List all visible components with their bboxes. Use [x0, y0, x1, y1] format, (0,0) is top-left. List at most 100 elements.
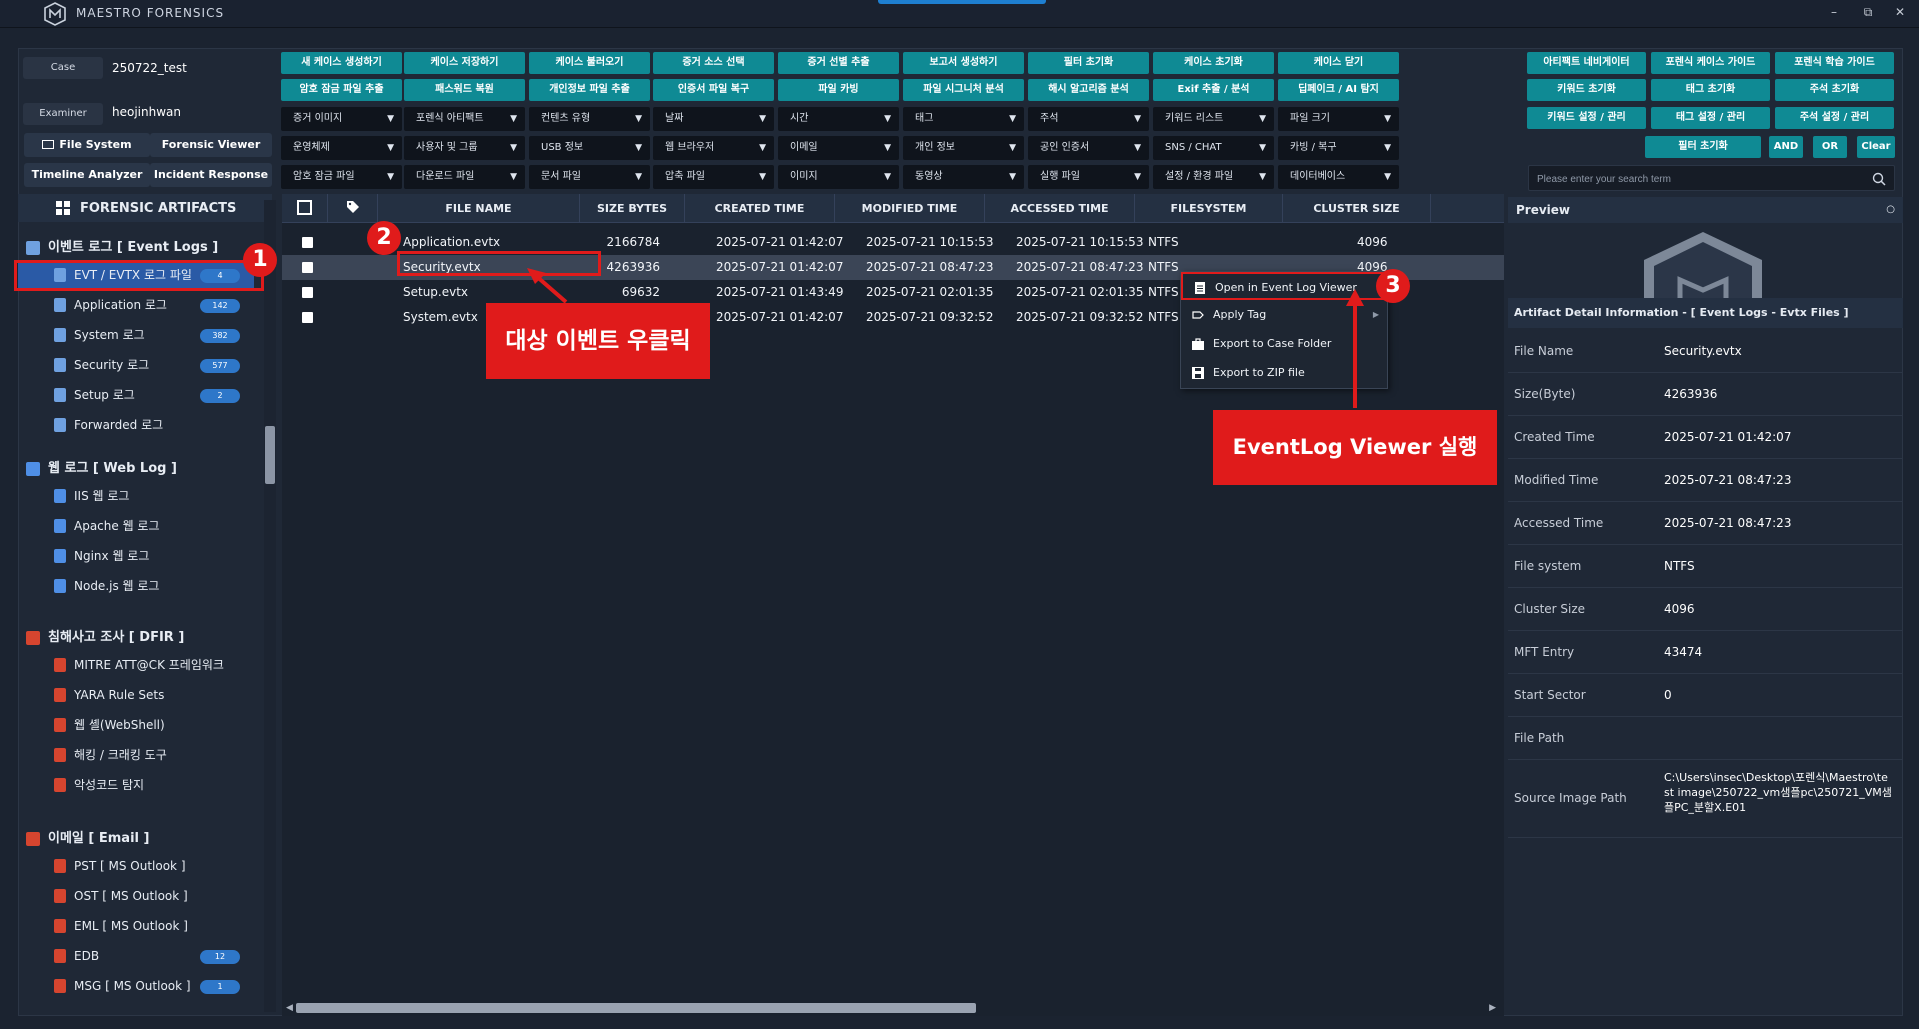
tree-category-1[interactable]: 이벤트 로그 [ Event Logs ] — [26, 237, 218, 259]
toolbar-button-1-3[interactable]: 케이스 불러오기 — [529, 52, 650, 74]
toolbar-button-2-6[interactable]: 파일 시그니처 분석 — [903, 79, 1024, 101]
filter-dropdown-2-9[interactable]: 카빙 / 복구 ▼ — [1278, 136, 1399, 160]
tree-scrollbar[interactable] — [264, 200, 276, 1012]
filter-dropdown-1-6[interactable]: 태그 ▼ — [903, 107, 1024, 131]
search-icon[interactable] — [1872, 172, 1886, 186]
search-input[interactable] — [1537, 170, 1857, 188]
right-filter-reset-button[interactable]: 필터 초기화 — [1645, 136, 1761, 158]
filter-dropdown-3-4[interactable]: 압축 파일 ▼ — [653, 165, 774, 189]
tree-item[interactable]: OST [ MS Outlook ] — [18, 883, 254, 909]
right-button-row2-3[interactable]: 주석 초기화 — [1775, 79, 1894, 101]
column-header-7[interactable]: CLUSTER SIZE — [1283, 194, 1431, 223]
filter-dropdown-1-3[interactable]: 컨텐츠 유형 ▼ — [529, 107, 650, 131]
tree-item[interactable]: MITRE ATT@CK 프레임워크 — [18, 652, 254, 678]
tree-item[interactable]: PST [ MS Outlook ] — [18, 853, 254, 879]
filter-dropdown-2-1[interactable]: 운영체제 ▼ — [281, 136, 402, 160]
right-button-row2-2[interactable]: 태그 초기화 — [1651, 79, 1770, 101]
column-header-1[interactable]: FILE NAME — [378, 194, 580, 223]
restore-button[interactable]: ⧉ — [1858, 5, 1878, 23]
filter-dropdown-3-8[interactable]: 설정 / 환경 파일 ▼ — [1153, 165, 1274, 189]
row-checkbox[interactable] — [302, 287, 313, 298]
right-button-row2-1[interactable]: 키워드 초기화 — [1527, 79, 1646, 101]
select-all-column[interactable] — [282, 194, 328, 223]
toolbar-button-1-9[interactable]: 케이스 닫기 — [1278, 52, 1399, 74]
scroll-left-icon[interactable]: ◀ — [286, 1003, 293, 1013]
filter-dropdown-2-3[interactable]: USB 정보 ▼ — [529, 136, 650, 160]
toolbar-button-1-6[interactable]: 보고서 생성하기 — [903, 52, 1024, 74]
filter-dropdown-2-2[interactable]: 사용자 및 그룹 ▼ — [404, 136, 525, 160]
file-system-button[interactable]: File System — [24, 133, 150, 157]
search-box[interactable] — [1528, 165, 1895, 191]
tree-item[interactable]: 웹 셸(WebShell) — [18, 712, 254, 738]
filter-dropdown-3-5[interactable]: 이미지 ▼ — [778, 165, 899, 189]
close-button[interactable]: ✕ — [1890, 5, 1910, 23]
tree-item[interactable]: IIS 웹 로그 — [18, 483, 254, 509]
tree-item[interactable]: 악성코드 탐지 — [18, 772, 254, 798]
tree-item[interactable]: Apache 웹 로그 — [18, 513, 254, 539]
tree-item[interactable]: System 로그 382 — [18, 322, 254, 348]
filter-dropdown-2-6[interactable]: 개인 정보 ▼ — [903, 136, 1024, 160]
filter-dropdown-3-1[interactable]: 암호 잠금 파일 ▼ — [281, 165, 402, 189]
tree-category-3[interactable]: 침해사고 조사 [ DFIR ] — [26, 627, 184, 649]
right-or-button[interactable]: OR — [1813, 136, 1847, 158]
tree-item[interactable]: EML [ MS Outlook ] — [18, 913, 254, 939]
filter-dropdown-3-7[interactable]: 실행 파일 ▼ — [1028, 165, 1149, 189]
tree-item[interactable]: 해킹 / 크래킹 도구 — [18, 742, 254, 768]
incident-response-button[interactable]: Incident Response — [150, 163, 272, 187]
tree-item[interactable]: Setup 로그 2 — [18, 382, 254, 408]
right-button-row1-1[interactable]: 아티팩트 네비게이터 — [1527, 52, 1646, 74]
export-zip-item[interactable]: Export to ZIP file — [1181, 359, 1387, 387]
toolbar-button-1-7[interactable]: 필터 초기화 — [1028, 52, 1149, 74]
forensic-viewer-button[interactable]: Forensic Viewer — [150, 133, 272, 157]
filter-dropdown-3-2[interactable]: 다운로드 파일 ▼ — [404, 165, 525, 189]
toolbar-button-1-5[interactable]: 증거 선별 추출 — [778, 52, 899, 74]
right-button-row3-1[interactable]: 키워드 설정 / 관리 — [1527, 107, 1646, 129]
toolbar-button-2-8[interactable]: Exif 추출 / 분석 — [1153, 79, 1274, 101]
column-header-3[interactable]: CREATED TIME — [685, 194, 835, 223]
toolbar-button-2-3[interactable]: 개인정보 파일 추출 — [529, 79, 650, 101]
column-header-6[interactable]: FILESYSTEM — [1135, 194, 1283, 223]
toolbar-button-2-7[interactable]: 해시 알고리즘 분석 — [1028, 79, 1149, 101]
filter-dropdown-1-7[interactable]: 주석 ▼ — [1028, 107, 1149, 131]
tree-item[interactable]: EDB 12 — [18, 943, 254, 969]
tree-category-4[interactable]: 이메일 [ Email ] — [26, 828, 149, 850]
filter-dropdown-1-1[interactable]: 증거 이미지 ▼ — [281, 107, 402, 131]
filter-dropdown-2-8[interactable]: SNS / CHAT ▼ — [1153, 136, 1274, 160]
toolbar-button-1-1[interactable]: 새 케이스 생성하기 — [281, 52, 402, 74]
tree-scrollbar-thumb[interactable] — [265, 426, 275, 484]
filter-dropdown-1-4[interactable]: 날짜 ▼ — [653, 107, 774, 131]
filter-dropdown-3-9[interactable]: 데이터베이스 ▼ — [1278, 165, 1399, 189]
tree-item[interactable]: YARA Rule Sets — [18, 682, 254, 708]
filter-dropdown-1-5[interactable]: 시간 ▼ — [778, 107, 899, 131]
scroll-right-icon[interactable]: ▶ — [1489, 1003, 1496, 1013]
preview-toggle-icon[interactable]: ○ — [1886, 197, 1895, 223]
tree-item[interactable]: Node.js 웹 로그 — [18, 573, 254, 599]
tree-item[interactable]: Nginx 웹 로그 — [18, 543, 254, 569]
tree-item[interactable]: MSG [ MS Outlook ] 1 — [18, 973, 254, 999]
filter-dropdown-1-8[interactable]: 키워드 리스트 ▼ — [1153, 107, 1274, 131]
right-button-row1-3[interactable]: 포렌식 학습 가이드 — [1775, 52, 1894, 74]
tree-item[interactable]: Forwarded 로그 — [18, 412, 254, 438]
filter-dropdown-2-4[interactable]: 웹 브라우저 ▼ — [653, 136, 774, 160]
row-checkbox[interactable] — [302, 262, 313, 273]
apply-tag-item[interactable]: Apply Tag ▶ — [1181, 301, 1387, 329]
right-clear-button[interactable]: Clear — [1857, 136, 1895, 158]
toolbar-button-2-5[interactable]: 파일 카빙 — [778, 79, 899, 101]
minimize-button[interactable]: – — [1824, 5, 1844, 23]
toolbar-button-2-2[interactable]: 패스워드 복원 — [404, 79, 525, 101]
grid-scrollbar-thumb[interactable] — [296, 1003, 976, 1013]
toolbar-button-1-8[interactable]: 케이스 초기화 — [1153, 52, 1274, 74]
toolbar-button-1-4[interactable]: 증거 소스 선택 — [653, 52, 774, 74]
tag-column[interactable] — [328, 194, 378, 223]
toolbar-button-2-4[interactable]: 인증서 파일 복구 — [653, 79, 774, 101]
right-button-row3-2[interactable]: 태그 설정 / 관리 — [1651, 107, 1770, 129]
filter-dropdown-2-5[interactable]: 이메일 ▼ — [778, 136, 899, 160]
timeline-analyzer-button[interactable]: Timeline Analyzer — [24, 163, 150, 187]
filter-dropdown-2-7[interactable]: 공인 인증서 ▼ — [1028, 136, 1149, 160]
column-header-4[interactable]: MODIFIED TIME — [835, 194, 985, 223]
row-checkbox[interactable] — [302, 237, 313, 248]
tree-item[interactable]: Application 로그 142 — [18, 292, 254, 318]
right-and-button[interactable]: AND — [1769, 136, 1803, 158]
select-all-checkbox[interactable] — [297, 200, 312, 215]
toolbar-button-2-9[interactable]: 딥페이크 / AI 탐지 — [1278, 79, 1399, 101]
